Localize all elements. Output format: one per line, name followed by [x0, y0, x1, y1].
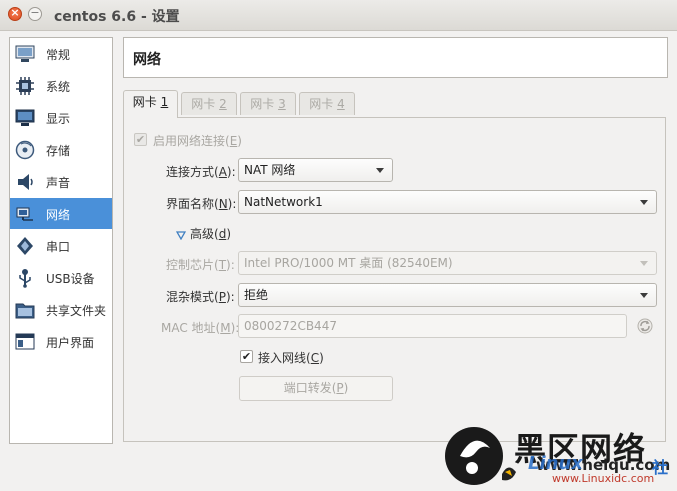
speaker-icon: [15, 172, 35, 192]
chevron-down-icon: [640, 293, 648, 298]
cable-connected-label: 接入网线(C): [258, 351, 324, 365]
expand-triangle-icon: [175, 231, 187, 241]
chevron-down-icon: [376, 168, 384, 173]
sidebar-item-shared-folders[interactable]: 共享文件夹: [10, 294, 112, 325]
sidebar-item-label: USB设备: [46, 272, 95, 286]
sidebar-item-label: 声音: [46, 176, 71, 190]
tab-adapter-3[interactable]: 网卡 3: [240, 92, 296, 115]
serial-port-icon: [15, 236, 35, 256]
sidebar-item-serial[interactable]: 串口: [10, 230, 112, 261]
page-header: 网络: [123, 37, 668, 78]
sidebar-item-label: 串口: [46, 240, 71, 254]
interface-name-label: 界面名称(N):: [166, 197, 237, 211]
minimize-button[interactable]: −: [28, 6, 42, 21]
tab-adapter-1[interactable]: 网卡 1: [123, 90, 178, 118]
promiscuous-mode-label: 混杂模式(P):: [166, 290, 235, 304]
sidebar-item-label: 系统: [46, 80, 71, 94]
mac-address-label: MAC 地址(M):: [161, 321, 240, 335]
sidebar-item-audio[interactable]: 声音: [10, 166, 112, 197]
sidebar-item-label: 存储: [46, 144, 71, 158]
sidebar-item-label: 共享文件夹: [46, 304, 107, 318]
monitor-icon: [15, 108, 35, 128]
interface-name-select[interactable]: NatNetwork1: [238, 190, 657, 214]
watermark-sub2: www.Linuxidc.com: [552, 472, 655, 485]
sidebar-item-label: 用户界面: [46, 336, 95, 350]
chip-icon: [15, 76, 35, 96]
chevron-down-icon: [640, 261, 648, 266]
advanced-label[interactable]: 高级(d): [190, 225, 231, 242]
watermark-suffix: 社: [652, 458, 669, 477]
sidebar-item-system[interactable]: 系统: [10, 70, 112, 101]
attached-to-label: 连接方式(A):: [166, 165, 236, 179]
cable-connected-checkbox[interactable]: ✔: [240, 350, 253, 363]
folder-icon: [15, 300, 35, 320]
sidebar-item-general[interactable]: 常规: [10, 38, 112, 69]
minimize-icon: −: [30, 6, 40, 19]
disk-icon: [15, 140, 35, 160]
enable-adapter-label: 启用网络连接(E): [153, 134, 242, 148]
sidebar-item-label: 网络: [46, 208, 71, 222]
network-icon: [15, 204, 35, 224]
enable-adapter-checkbox[interactable]: ✔: [134, 133, 147, 146]
sidebar-item-user-interface[interactable]: 用户界面: [10, 326, 112, 357]
close-icon: ×: [10, 6, 20, 19]
window-icon: [15, 332, 35, 352]
refresh-mac-button[interactable]: [636, 317, 654, 335]
adapter-type-label: 控制芯片(T):: [166, 258, 235, 272]
refresh-icon: [637, 318, 653, 334]
usb-icon: [15, 268, 35, 288]
attached-to-select[interactable]: NAT 网络: [238, 158, 393, 182]
tab-adapter-4[interactable]: 网卡 4: [299, 92, 355, 115]
title-bar: × − centos 6.6 - 设置: [0, 0, 677, 31]
mac-address-field[interactable]: 0800272CB447: [238, 314, 627, 338]
sidebar-item-network[interactable]: 网络: [10, 198, 112, 229]
tab-adapter-2[interactable]: 网卡 2: [181, 92, 237, 115]
promiscuous-mode-select[interactable]: 拒绝: [238, 283, 657, 307]
sidebar-item-display[interactable]: 显示: [10, 102, 112, 133]
watermark-sub: Linux: [528, 453, 583, 474]
sidebar-item-usb[interactable]: USB设备: [10, 262, 112, 293]
sidebar-item-label: 常规: [46, 48, 71, 62]
sidebar-item-label: 显示: [46, 112, 71, 126]
sidebar-item-storage[interactable]: 存储: [10, 134, 112, 165]
general-icon: [15, 44, 35, 64]
chevron-down-icon: [640, 200, 648, 205]
watermark: 黑区网络 www.heiqu.com Linux 社 www.Linuxidc.…: [442, 422, 674, 488]
page-title: 网络: [133, 52, 161, 68]
advanced-expander[interactable]: [175, 229, 187, 243]
port-forwarding-button[interactable]: 端口转发(P): [239, 376, 393, 401]
window-title: centos 6.6 - 设置: [54, 9, 180, 25]
adapter-type-select[interactable]: Intel PRO/1000 MT 桌面 (82540EM): [238, 251, 657, 275]
close-button[interactable]: ×: [8, 6, 22, 21]
settings-sidebar: 常规 系统 显示 存储 声音 网络 串口 USB设备 共享文件夹 用户界面: [9, 37, 113, 444]
